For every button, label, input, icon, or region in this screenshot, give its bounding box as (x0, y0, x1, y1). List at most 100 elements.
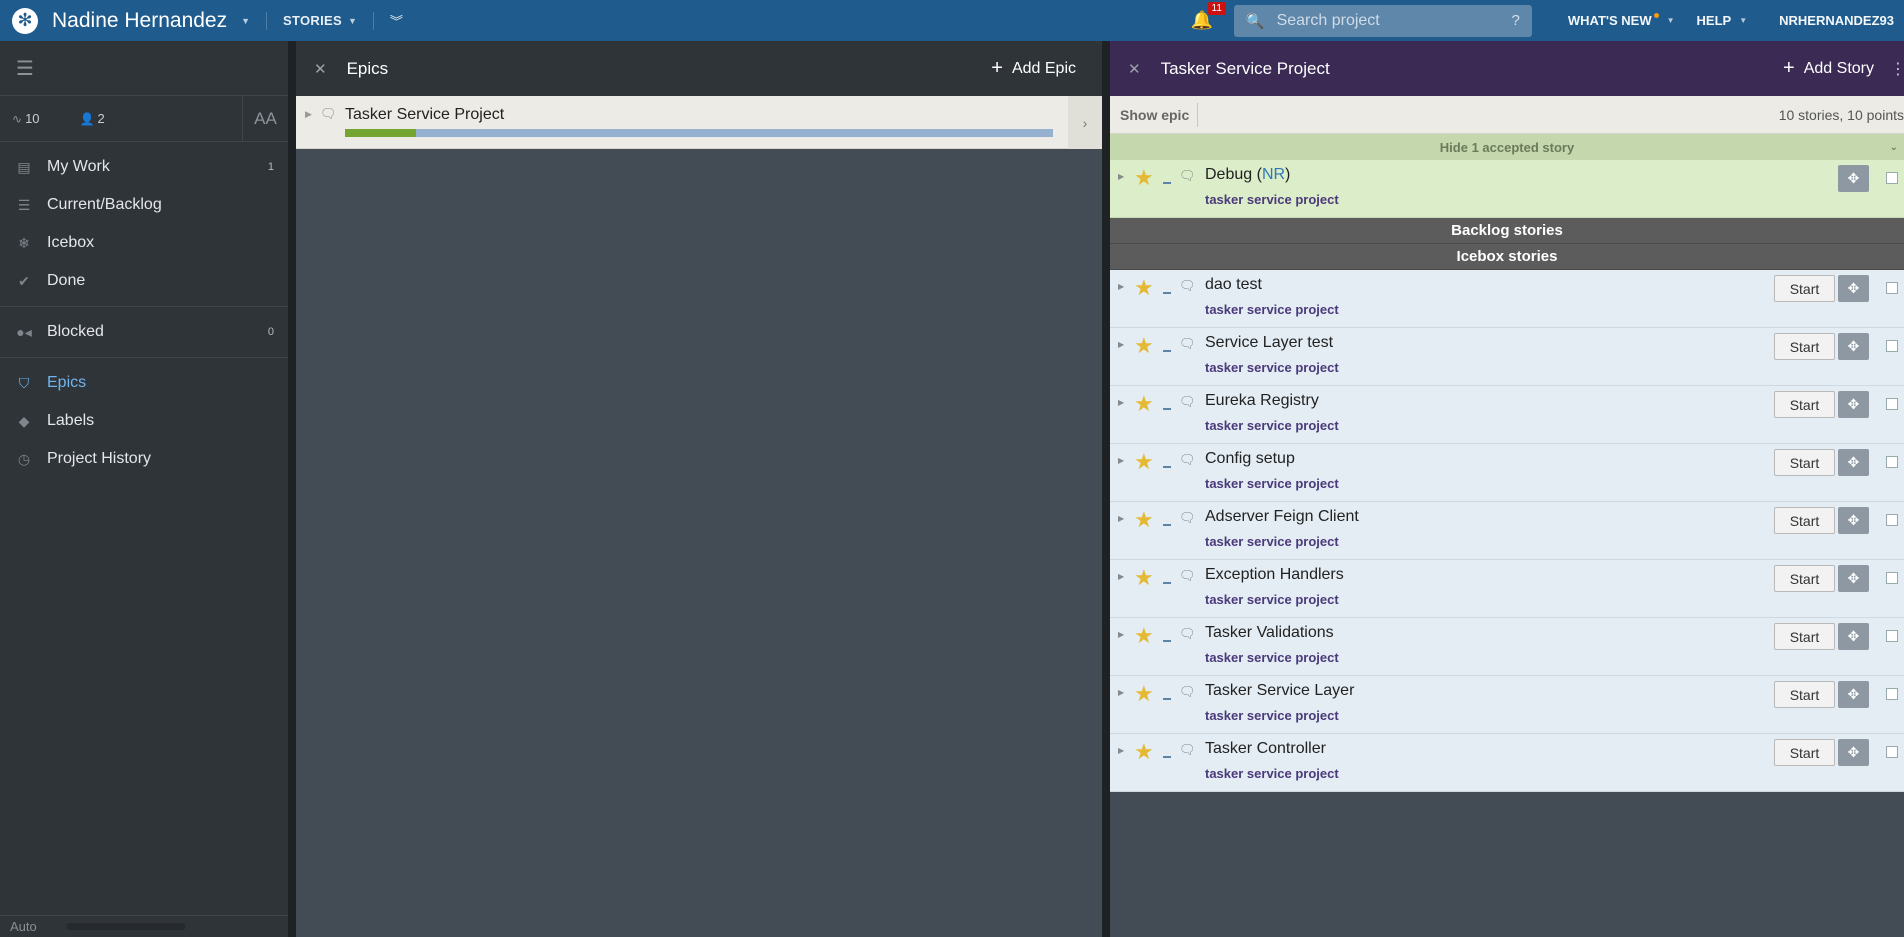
select-checkbox[interactable] (1886, 398, 1898, 410)
move-handle-icon[interactable]: ✥ (1838, 449, 1869, 476)
story-row[interactable]: ▶ ★ 🗨 Tasker Validations tasker service proj… (1110, 618, 1904, 676)
start-button[interactable]: Start (1774, 391, 1835, 418)
story-name[interactable]: Adserver Feign Client (1205, 508, 1359, 526)
story-name[interactable]: dao test (1205, 276, 1262, 294)
expand-triangle-icon[interactable]: ▶ (305, 109, 312, 120)
story-label[interactable]: tasker service project (1205, 592, 1339, 607)
epic-name[interactable]: Tasker Service Project (345, 106, 504, 124)
expand-triangle-icon[interactable]: ▶ (1118, 172, 1124, 181)
stories-menu[interactable]: STORIES (283, 13, 342, 28)
add-story-button[interactable]: + Add Story (1783, 57, 1874, 80)
panel-divider[interactable] (288, 41, 296, 937)
move-handle-icon[interactable]: ✥ (1838, 507, 1869, 534)
story-name[interactable]: Eureka Registry (1205, 392, 1319, 410)
show-epic-button[interactable]: Show epic (1110, 102, 1199, 127)
story-row-accepted[interactable]: ▶ ★ 🗨 Debug (NR) tasker service project … (1110, 160, 1904, 218)
move-handle-icon[interactable]: ✥ (1838, 165, 1869, 192)
select-checkbox[interactable] (1886, 456, 1898, 468)
close-icon[interactable]: ✕ (314, 60, 327, 78)
story-label[interactable]: tasker service project (1205, 650, 1339, 665)
move-handle-icon[interactable]: ✥ (1838, 275, 1869, 302)
expand-triangle-icon[interactable]: ▶ (1118, 456, 1124, 465)
sidebar-item-my-work[interactable]: ▤ My Work 1 (0, 148, 288, 186)
move-handle-icon[interactable]: ✥ (1838, 565, 1869, 592)
story-name[interactable]: Tasker Service Layer (1205, 682, 1354, 700)
search-help-icon[interactable]: ? (1512, 12, 1520, 29)
project-switcher-chevron-down-icon[interactable]: ▼ (241, 16, 250, 26)
story-row[interactable]: ▶ ★ 🗨 Eureka Registry tasker service project… (1110, 386, 1904, 444)
expand-triangle-icon[interactable]: ▶ (1118, 630, 1124, 639)
story-name[interactable]: Service Layer test (1205, 334, 1333, 352)
move-handle-icon[interactable]: ✥ (1838, 623, 1869, 650)
story-label[interactable]: tasker service project (1205, 708, 1339, 723)
story-row[interactable]: ▶ ★ 🗨 Service Layer test tasker service proj… (1110, 328, 1904, 386)
tracker-logo-icon[interactable]: ✻ (12, 7, 38, 34)
sidebar-item-labels[interactable]: ◆ Labels (0, 402, 288, 440)
start-button[interactable]: Start (1774, 333, 1835, 360)
stories-menu-chevron-down-icon[interactable]: ▼ (348, 16, 357, 26)
select-checkbox[interactable] (1886, 282, 1898, 294)
hamburger-menu-icon[interactable]: ☰ (0, 41, 288, 96)
story-label[interactable]: tasker service project (1205, 476, 1339, 491)
story-owner[interactable]: NR (1262, 166, 1285, 183)
close-icon[interactable]: ✕ (1128, 60, 1141, 78)
expand-triangle-icon[interactable]: ▶ (1118, 688, 1124, 697)
search-input[interactable]: 🔍 Search project ? (1233, 4, 1532, 37)
move-handle-icon[interactable]: ✥ (1838, 681, 1869, 708)
select-checkbox[interactable] (1886, 572, 1898, 584)
panel-width-slider[interactable] (66, 923, 185, 930)
story-label[interactable]: tasker service project (1205, 418, 1339, 433)
panel-divider[interactable] (1102, 41, 1110, 937)
story-label[interactable]: tasker service project (1205, 192, 1339, 207)
sidebar-item-icebox[interactable]: ❄ Icebox (0, 224, 288, 262)
select-checkbox[interactable] (1886, 340, 1898, 352)
project-name[interactable]: Nadine Hernandez (52, 9, 227, 33)
sidebar-item-blocked[interactable]: ●◂ Blocked 0 (0, 313, 288, 351)
select-checkbox[interactable] (1886, 688, 1898, 700)
hide-accepted-toggle[interactable]: Hide 1 accepted story ⌄ (1110, 134, 1904, 160)
text-size-button[interactable]: AA (242, 95, 288, 142)
select-checkbox[interactable] (1886, 746, 1898, 758)
story-name[interactable]: Config setup (1205, 450, 1295, 468)
story-label[interactable]: tasker service project (1205, 766, 1339, 781)
members-stat[interactable]: 👤 2 (80, 111, 105, 126)
sidebar-item-current-backlog[interactable]: ☰ Current/Backlog (0, 186, 288, 224)
story-row[interactable]: ▶ ★ 🗨 Tasker Controller tasker service proje… (1110, 734, 1904, 792)
more-options-icon[interactable]: ⋮ (1890, 59, 1904, 79)
whats-new-menu[interactable]: WHAT'S NEW ▼ (1568, 13, 1675, 28)
story-row[interactable]: ▶ ★ 🗨 dao test tasker service project Start ✥ (1110, 270, 1904, 328)
help-menu[interactable]: HELP ▼ (1697, 13, 1748, 28)
start-button[interactable]: Start (1774, 739, 1835, 766)
move-handle-icon[interactable]: ✥ (1838, 391, 1869, 418)
expand-triangle-icon[interactable]: ▶ (1118, 398, 1124, 407)
story-name[interactable]: Tasker Validations (1205, 624, 1334, 642)
expand-triangle-icon[interactable]: ▶ (1118, 340, 1124, 349)
user-menu[interactable]: NRHERNANDEZ93 (1779, 13, 1894, 28)
select-checkbox[interactable] (1886, 172, 1898, 184)
expand-triangle-icon[interactable]: ▶ (1118, 282, 1124, 291)
start-button[interactable]: Start (1774, 449, 1835, 476)
add-epic-button[interactable]: + Add Epic (991, 57, 1076, 80)
start-button[interactable]: Start (1774, 507, 1835, 534)
start-button[interactable]: Start (1774, 275, 1835, 302)
start-button[interactable]: Start (1774, 623, 1835, 650)
story-label[interactable]: tasker service project (1205, 360, 1339, 375)
sidebar-item-epics[interactable]: ⛉ Epics (0, 364, 288, 402)
story-name[interactable]: Tasker Controller (1205, 740, 1326, 758)
start-button[interactable]: Start (1774, 681, 1835, 708)
select-checkbox[interactable] (1886, 630, 1898, 642)
story-row[interactable]: ▶ ★ 🗨 Adserver Feign Client tasker service p… (1110, 502, 1904, 560)
expand-triangle-icon[interactable]: ▶ (1118, 514, 1124, 523)
story-row[interactable]: ▶ ★ 🗨 Tasker Service Layer tasker service pr… (1110, 676, 1904, 734)
story-name[interactable]: Exception Handlers (1205, 566, 1344, 584)
story-row[interactable]: ▶ ★ 🗨 Config setup tasker service project Sta… (1110, 444, 1904, 502)
expand-triangle-icon[interactable]: ▶ (1118, 572, 1124, 581)
epic-row[interactable]: ▶ 🗨 Tasker Service Project › (296, 96, 1102, 149)
sidebar-item-project-history[interactable]: ◷ Project History (0, 440, 288, 478)
auto-width-toggle[interactable]: Auto (10, 919, 37, 934)
expand-triangle-icon[interactable]: ▶ (1118, 746, 1124, 755)
velocity-stat[interactable]: ∿ 10 (12, 111, 40, 126)
expand-double-chevron-icon[interactable]: ︾ (390, 11, 403, 30)
start-button[interactable]: Start (1774, 565, 1835, 592)
move-handle-icon[interactable]: ✥ (1838, 333, 1869, 360)
